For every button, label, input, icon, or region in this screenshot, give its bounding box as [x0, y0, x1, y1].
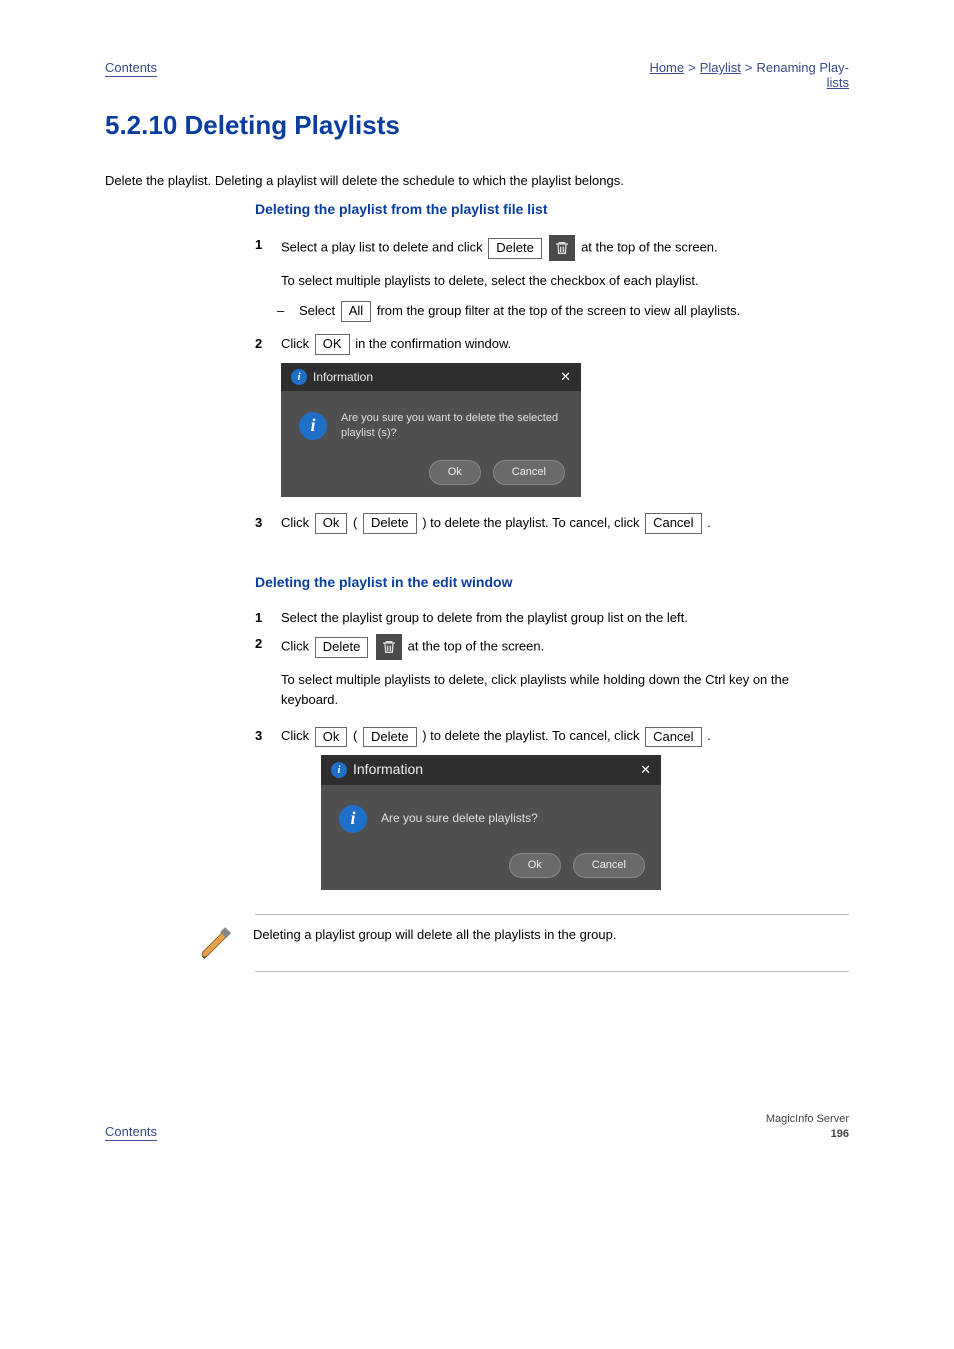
step-text: in the confirmation window. — [355, 336, 511, 351]
step-text: Click — [281, 515, 313, 530]
cancel-button-ref: Cancel — [645, 727, 701, 748]
step: 2 Click Delete at the top of the screen.… — [255, 634, 849, 720]
pencil-icon — [195, 925, 235, 961]
step-text: Click — [281, 728, 313, 743]
intro-text: Delete the playlist. Deleting a playlist… — [105, 171, 849, 191]
group2-heading: Deleting the playlist in the edit window — [255, 574, 849, 590]
cancel-button-ref: Cancel — [645, 513, 701, 534]
breadcrumb-playlist[interactable]: Playlist — [700, 60, 741, 75]
step-text: ( — [353, 515, 357, 530]
delete-button-ref: Delete — [315, 637, 369, 658]
product-name: MagicInfo Server — [766, 1112, 849, 1126]
step: 1 Select the playlist group to delete fr… — [255, 608, 849, 628]
footer-meta: MagicInfo Server 196 — [766, 1112, 849, 1141]
info-icon: i — [331, 762, 347, 778]
tip-text: To select multiple playlists to delete, … — [281, 670, 849, 710]
ok-button[interactable]: Ok — [429, 460, 481, 485]
dialog-title: Information — [353, 759, 423, 781]
trash-icon — [549, 235, 575, 261]
breadcrumb-sep: > — [688, 60, 696, 75]
step-number: 2 — [255, 334, 273, 507]
cancel-button[interactable]: Cancel — [493, 460, 565, 485]
section-title: 5.2.10 Deleting Playlists — [105, 110, 849, 141]
breadcrumb-sep: > — [745, 60, 753, 75]
ok-button[interactable]: Ok — [509, 853, 561, 878]
close-icon[interactable]: ✕ — [560, 367, 571, 387]
step-text: ( — [353, 728, 357, 743]
step-text: at the top of the screen. — [581, 240, 718, 255]
step: 1 Select a play list to delete and click… — [255, 235, 849, 328]
step-number: 3 — [255, 726, 273, 900]
note-text: Deleting a playlist group will delete al… — [253, 925, 616, 945]
step-text: ) to delete the playlist. To cancel, cli… — [422, 728, 643, 743]
group-editwindow: Deleting the playlist in the edit window… — [255, 574, 849, 972]
trash-icon — [376, 634, 402, 660]
ok-button-ref: Ok — [315, 513, 348, 534]
dialog-message: Are you sure you want to delete the sele… — [341, 411, 563, 440]
subtip-text: from the group filter at the top of the … — [377, 303, 740, 318]
step-text: Click — [281, 336, 313, 351]
breadcrumb-current-a: Renaming Play- — [757, 60, 850, 75]
confirm-dialog-screenshot: i Information ✕ i Are you sure delete pl… — [321, 755, 661, 890]
step-text: Click — [281, 639, 313, 654]
dialog-titlebar: i Information ✕ — [281, 363, 581, 391]
delete-button-ref: Delete — [488, 238, 542, 259]
step-text: Select the playlist group to delete from… — [281, 608, 849, 628]
breadcrumb: Home > Playlist > Renaming Play- lists — [649, 60, 849, 90]
info-icon: i — [291, 369, 307, 385]
step-text: ) to delete the playlist. To cancel, cli… — [422, 515, 643, 530]
step: 3 Click Ok ( Delete ) to delete the play… — [255, 726, 849, 900]
ok-button-ref: OK — [315, 334, 350, 355]
info-icon: i — [299, 412, 327, 440]
step-number: 1 — [255, 235, 273, 328]
step-number: 1 — [255, 608, 273, 628]
step-number: 2 — [255, 634, 273, 720]
delete-button-ref: Delete — [363, 727, 417, 748]
step-text: at the top of the screen. — [408, 639, 545, 654]
dialog-message: Are you sure delete playlists? — [381, 811, 538, 827]
dialog-titlebar: i Information ✕ — [321, 755, 661, 785]
cancel-button[interactable]: Cancel — [573, 853, 645, 878]
breadcrumb-home[interactable]: Home — [649, 60, 684, 75]
page-footer: Contents MagicInfo Server 196 — [105, 1112, 849, 1141]
breadcrumb-current-b: lists — [827, 75, 849, 90]
ok-button-ref: Ok — [315, 727, 348, 748]
tip-text: To select multiple playlists to delete, … — [281, 271, 849, 291]
confirm-dialog-screenshot: i Information ✕ i Are you sure you want … — [281, 363, 581, 497]
subtip-text: Select — [299, 303, 339, 318]
header-contents-link[interactable]: Contents — [105, 60, 157, 77]
page: Contents Home > Playlist > Renaming Play… — [0, 0, 954, 1181]
step-text: . — [707, 728, 711, 743]
all-button-ref: All — [341, 301, 371, 322]
dialog-title: Information — [313, 368, 373, 387]
delete-button-ref: Delete — [363, 513, 417, 534]
step-text: Select a play list to delete and click — [281, 240, 486, 255]
note-box: Deleting a playlist group will delete al… — [255, 914, 849, 972]
step-number: 3 — [255, 513, 273, 534]
step: 3 Click Ok ( Delete ) to delete the play… — [255, 513, 849, 534]
footer-contents-link[interactable]: Contents — [105, 1124, 157, 1141]
page-header: Contents Home > Playlist > Renaming Play… — [105, 60, 849, 90]
info-icon: i — [339, 805, 367, 833]
close-icon[interactable]: ✕ — [640, 760, 651, 780]
step: 2 Click OK in the confirmation window. i… — [255, 334, 849, 507]
group-filelist: Deleting the playlist from the playlist … — [255, 201, 849, 534]
page-number: 196 — [766, 1127, 849, 1141]
step-text: . — [707, 515, 711, 530]
group1-heading: Deleting the playlist from the playlist … — [255, 201, 849, 217]
